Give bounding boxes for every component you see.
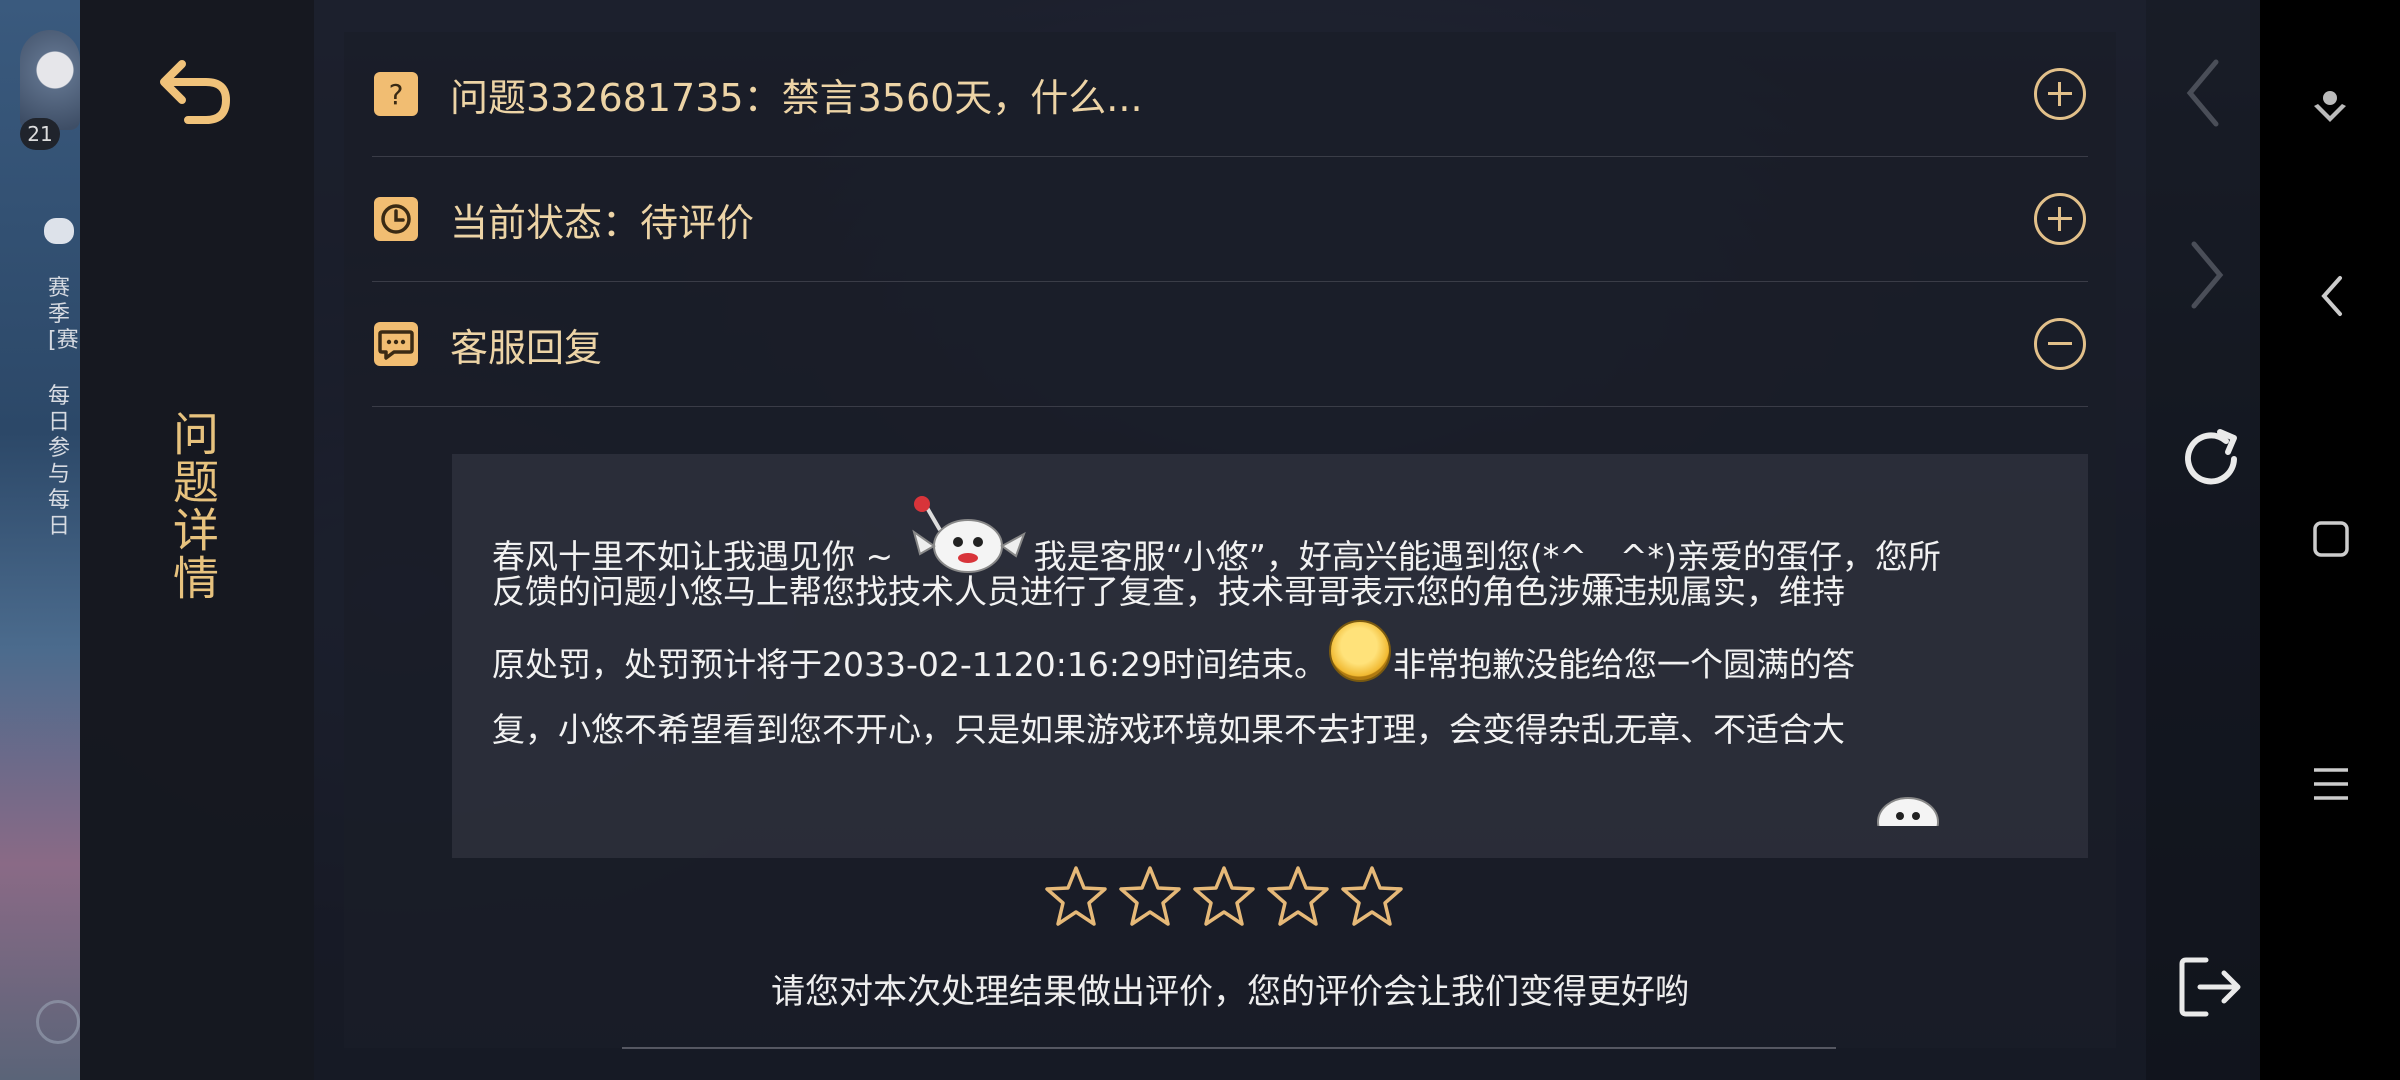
reply-text-2: 反馈的问题小悠马上帮您找技术人员进行了复查，技术哥哥表示您的角色涉嫌违规属实，维… <box>492 572 1845 611</box>
chat-icon <box>374 322 418 366</box>
expand-icon[interactable] <box>2034 193 2086 245</box>
game-left-strip: 21 赛季[赛 每日参与 每日 <box>0 0 80 1080</box>
reply-heading: 客服回复 <box>450 325 603 370</box>
notification-down-icon[interactable] <box>2310 86 2350 136</box>
exit-icon[interactable] <box>2176 954 2246 1020</box>
row-reply[interactable]: 客服回复 <box>372 282 2088 407</box>
question-title: 问题332681735：禁言3560天，什么... <box>450 75 1143 120</box>
reply-text-3a: 原处罚，处罚预计将于2033-02-1120:16:29时间结束。 <box>492 645 1327 684</box>
game-right-strip <box>2146 0 2260 1080</box>
star-icon-2[interactable] <box>1118 864 1182 928</box>
star-rating[interactable] <box>1044 864 1404 944</box>
next-arrow-icon[interactable] <box>2186 240 2226 310</box>
page-title: 问题详情 <box>166 410 220 602</box>
return-arrow-icon <box>160 60 231 124</box>
worried-emoji-icon <box>1329 620 1391 682</box>
strip-text-season: 赛季[赛 <box>48 276 79 353</box>
row-question[interactable]: ? 问题332681735：禁言3560天，什么... <box>372 32 2088 157</box>
refresh-icon[interactable] <box>36 1000 80 1044</box>
back-button[interactable] <box>158 56 234 128</box>
mascot-sticker <box>910 496 1028 578</box>
collapse-icon[interactable] <box>2034 318 2086 370</box>
expand-icon[interactable] <box>2034 68 2086 120</box>
chat-bubble-icon[interactable] <box>44 218 74 244</box>
strip-text-daily: 每日参与 <box>48 384 71 487</box>
star-icon-5[interactable] <box>1340 864 1404 928</box>
detail-card: ? 问题332681735：禁言3560天，什么... 当前状态：待评价 客服回… <box>344 32 2116 1049</box>
reply-text: 春风十里不如让我遇见你 ~ 我是客服“小悠”，好高兴能遇到您(*^__^*)亲爱… <box>492 496 2052 826</box>
rating-prompt: 请您对本次处理结果做出评价，您的评价会让我们变得更好哟 <box>771 972 1689 1012</box>
clock-icon <box>374 197 418 241</box>
level-badge: 21 <box>20 118 60 150</box>
divider <box>622 1047 1836 1049</box>
menu-icon[interactable] <box>2312 764 2350 804</box>
system-nav-bar <box>2260 0 2400 1080</box>
back-icon[interactable] <box>2316 272 2346 320</box>
mascot-sticker-partial <box>1877 797 1939 826</box>
reply-text-3b: 非常抱歉没能给您一个圆满的答 <box>1393 645 1855 684</box>
star-icon-1[interactable] <box>1044 864 1108 928</box>
reply-box[interactable]: 春风十里不如让我遇见你 ~ 我是客服“小悠”，好高兴能遇到您(*^__^*)亲爱… <box>452 454 2088 858</box>
player-avatar[interactable] <box>20 30 80 130</box>
star-icon-3[interactable] <box>1192 864 1256 928</box>
prev-arrow-icon[interactable] <box>2184 58 2224 128</box>
svg-text:?: ? <box>389 78 404 111</box>
reload-icon[interactable] <box>2176 424 2246 494</box>
home-icon[interactable] <box>2312 520 2350 558</box>
strip-text-daily-2: 每日 <box>48 488 71 539</box>
question-icon: ? <box>374 72 418 116</box>
star-icon-4[interactable] <box>1266 864 1330 928</box>
reply-text-4: 复，小悠不希望看到您不开心，只是如果游戏环境如果不去打理，会变得杂乱无章、不适合… <box>492 710 1845 749</box>
status-text: 当前状态：待评价 <box>450 200 755 245</box>
row-status[interactable]: 当前状态：待评价 <box>372 157 2088 282</box>
